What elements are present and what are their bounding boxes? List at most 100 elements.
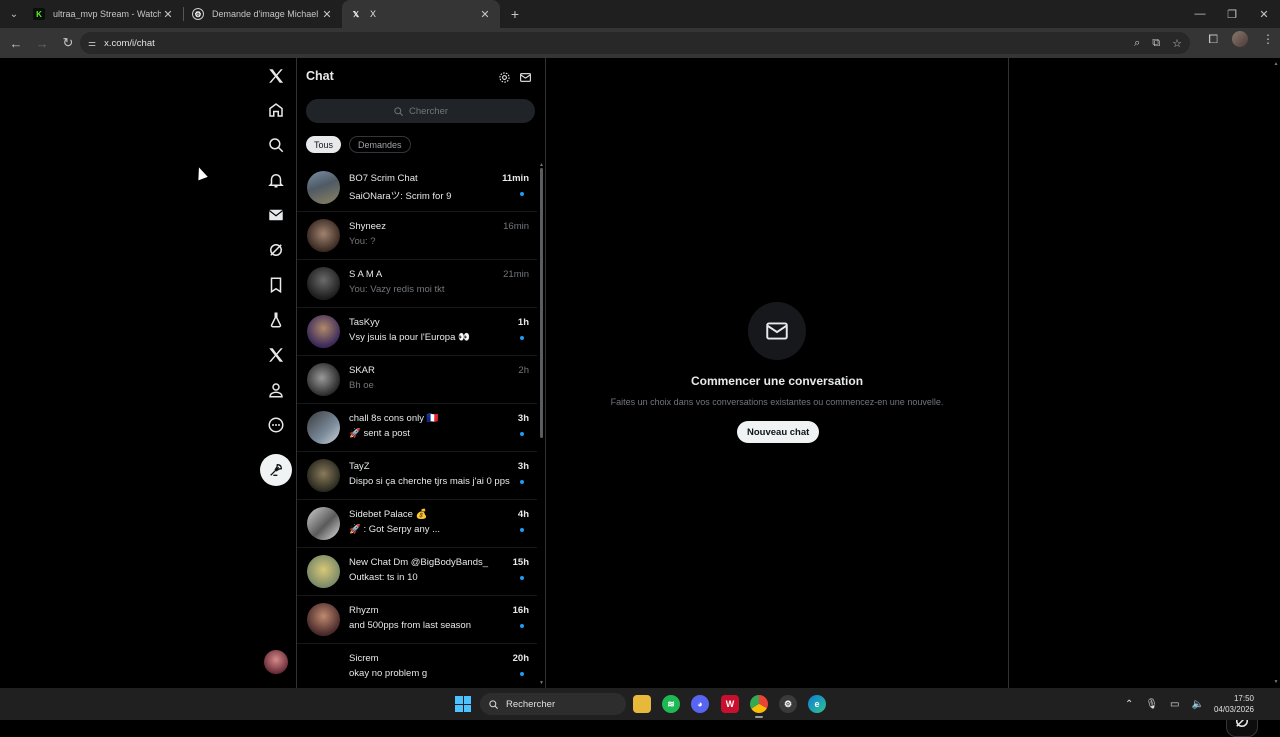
new-tab-button[interactable]: + (504, 6, 526, 22)
account-avatar[interactable] (264, 650, 288, 674)
conversation-item[interactable]: New Chat Dm @BigBodyBands_ 15h Outkast: … (297, 548, 537, 596)
conversation-preview: You: ? (349, 236, 376, 247)
conversation-item[interactable]: Shyneez 16min You: ? (297, 212, 537, 260)
conversation-item[interactable]: Sidebet Palace 💰 4h 🚀 : Got Serpy any ..… (297, 500, 537, 548)
search-icon (394, 106, 403, 116)
conversation-item[interactable]: BO7 Scrim Chat 11min SaiONaraツ: Scrim fo… (297, 164, 537, 212)
unread-dot (520, 528, 524, 532)
taskbar-search-label: Rechercher (506, 698, 556, 710)
settings-icon[interactable] (497, 70, 511, 84)
tab-chatgpt[interactable]: ⚙ Demande d'image Michael Scott ✕ (184, 0, 342, 28)
filter-all[interactable]: Tous (306, 136, 342, 153)
empty-state-subtext: Faites un choix dans vos conversations e… (610, 397, 944, 407)
filter-requests[interactable]: Demandes (349, 136, 411, 153)
back-button[interactable]: ← (4, 31, 28, 55)
taskbar-search[interactable]: Rechercher (480, 693, 626, 715)
close-icon[interactable]: ✕ (320, 8, 334, 21)
chatgpt-icon: ⚙ (192, 8, 204, 20)
conversation-item[interactable]: TasKyy 1h Vsy jsuis la pour l'Europa 👀 (297, 308, 537, 356)
conversation-name: Sidebet Palace 💰 (349, 509, 428, 520)
chrome-icon[interactable] (750, 695, 768, 718)
more-icon[interactable] (264, 413, 288, 437)
forward-button[interactable]: → (30, 31, 54, 55)
minimize-button[interactable]: — (1184, 0, 1216, 28)
flask-icon[interactable] (264, 308, 288, 332)
conversation-preview: 🚀 sent a post (349, 428, 410, 439)
conversation-name: New Chat Dm @BigBodyBands_ (349, 557, 489, 568)
conversation-item[interactable]: S A M A 21min You: Vazy redis moi tkt (297, 260, 537, 308)
windows-start-button[interactable] (455, 696, 471, 712)
empty-conversation-pane: Commencer une conversation Faites un cho… (546, 58, 1008, 688)
grok-icon[interactable] (264, 238, 288, 262)
conversation-name: TasKyy (349, 317, 380, 328)
star-icon[interactable]: ☆ (1172, 37, 1182, 50)
conversation-preview: SaiONaraツ: Scrim for 9 (349, 191, 452, 202)
unread-dot (520, 672, 524, 676)
home-icon[interactable] (264, 98, 288, 122)
conversation-time: 20h (512, 653, 529, 664)
volume-icon[interactable]: 🔈 (1192, 699, 1204, 710)
menu-icon[interactable]: ⋮ (1262, 32, 1274, 46)
close-icon[interactable]: ✕ (478, 8, 492, 21)
conversation-list: BO7 Scrim Chat 11min SaiONaraツ: Scrim fo… (297, 164, 537, 692)
person-icon[interactable] (264, 378, 288, 402)
scroll-up-arrow[interactable]: ▲ (1273, 61, 1279, 67)
system-clock[interactable]: 17:50 04/03/2026 (1214, 693, 1254, 715)
close-window-button[interactable]: ✕ (1248, 0, 1280, 28)
discord-icon[interactable]: ◕ (691, 695, 709, 713)
page-scrollbar[interactable]: ▲ ▼ (1272, 58, 1280, 688)
conversation-item[interactable]: chall 8s cons only 🇫🇷 3h 🚀 sent a post (297, 404, 537, 452)
search-icon[interactable] (264, 133, 288, 157)
kick-icon: K (33, 8, 45, 20)
conversation-time: 16h (512, 605, 529, 616)
mail-icon[interactable] (264, 203, 288, 227)
app-w-icon[interactable]: W (721, 695, 739, 713)
conversation-item[interactable]: Sicrem 20h okay no problem g (297, 644, 537, 692)
microphone-icon[interactable]: 🎙 (1145, 699, 1158, 710)
conversation-time: 16min (503, 221, 529, 232)
conversation-item[interactable]: Rhyzm 16h and 500pps from last season (297, 596, 537, 644)
site-info-icon[interactable]: ⚌ (88, 38, 96, 49)
bookmark-icon[interactable] (264, 273, 288, 297)
feather-icon (270, 463, 283, 476)
scroll-down-arrow[interactable]: ▼ (1273, 679, 1279, 685)
edge-icon[interactable]: e (808, 695, 826, 713)
settings-app-icon[interactable]: ⚙ (779, 695, 797, 713)
close-icon[interactable]: ✕ (161, 8, 175, 21)
tab-search-button[interactable]: ⌄ (3, 3, 25, 25)
conversation-name: Rhyzm (349, 605, 379, 616)
x-logo-icon[interactable] (264, 64, 288, 88)
zoom-icon[interactable]: ⌕ (1134, 37, 1140, 50)
conversation-scrollbar[interactable] (540, 168, 543, 438)
conversation-preview: 🚀 : Got Serpy any ... (349, 524, 441, 535)
new-message-icon[interactable] (518, 70, 532, 84)
search-placeholder: Chercher (408, 105, 449, 117)
chevron-up-icon[interactable]: ⌃ (1125, 699, 1133, 710)
scroll-down-arrow[interactable]: ▼ (539, 680, 544, 686)
new-chat-button[interactable]: Nouveau chat (737, 421, 820, 443)
conversation-time: 3h (517, 413, 529, 424)
file-explorer-icon[interactable] (633, 695, 651, 713)
avatar (307, 507, 340, 540)
conversation-time: 21min (503, 269, 529, 280)
extensions-icon[interactable]: ⧠ (1208, 32, 1218, 47)
network-icon[interactable]: ▭ (1170, 699, 1179, 710)
reload-button[interactable]: ↻ (56, 31, 80, 55)
compose-post-button[interactable] (260, 454, 292, 486)
tab-x[interactable]: 𝕏 X ✕ (342, 0, 500, 28)
address-bar[interactable]: ⚌ x.com/i/chat ⌕ ⧉ ☆ (80, 32, 1190, 54)
conversation-item[interactable]: SKAR 2h Bh oe (297, 356, 537, 404)
x-premium-icon[interactable] (264, 343, 288, 367)
conversation-time: 4h (517, 509, 529, 520)
bell-icon[interactable] (264, 168, 288, 192)
x-icon: 𝕏 (352, 9, 360, 19)
install-icon[interactable]: ⧉ (1152, 37, 1160, 50)
search-input[interactable]: Chercher (306, 99, 535, 123)
conversation-item[interactable]: TayZ 3h Dispo si ça cherche tjrs mais j'… (297, 452, 537, 500)
restore-button[interactable]: ❐ (1216, 0, 1248, 28)
tab-kick[interactable]: K ultraa_mvp Stream - Watch Live ✕ (25, 0, 183, 28)
spotify-icon[interactable]: ≋ (662, 695, 680, 713)
profile-avatar[interactable] (1232, 31, 1248, 47)
conversation-preview: You: Vazy redis moi tkt (349, 284, 445, 295)
conversation-name: TayZ (349, 461, 370, 472)
